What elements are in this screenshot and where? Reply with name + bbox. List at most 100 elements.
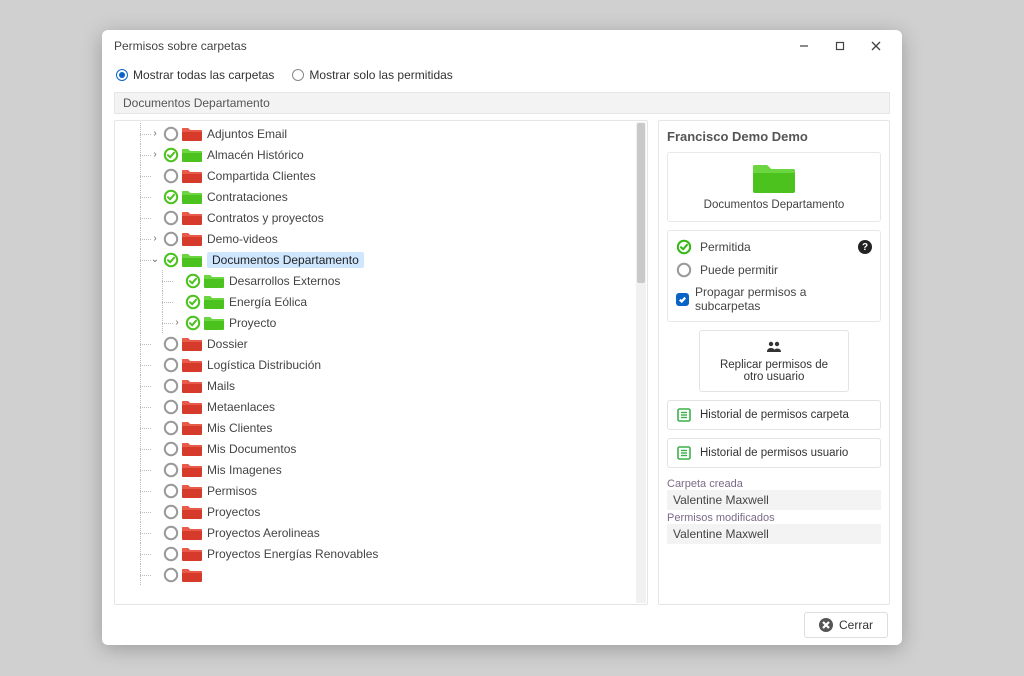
- filter-permitted-radio[interactable]: Mostrar solo las permitidas: [292, 68, 452, 82]
- circle-empty-icon: [163, 336, 179, 352]
- tree-row[interactable]: Desarrollos Externos: [115, 270, 647, 291]
- tree-label: Contratos y proyectos: [207, 211, 328, 225]
- folder-icon: [181, 252, 203, 268]
- tree-row[interactable]: Permisos: [115, 480, 647, 501]
- check-circle-icon: [163, 252, 179, 268]
- tree-label: Energía Eólica: [229, 295, 311, 309]
- tree-row[interactable]: [115, 564, 647, 585]
- user-history-label: Historial de permisos usuario: [700, 447, 848, 459]
- folder-icon: [181, 126, 203, 142]
- tree-row[interactable]: Energía Eólica: [115, 291, 647, 312]
- selected-folder-name: Documentos Departamento: [674, 199, 874, 211]
- circle-empty-icon: [163, 126, 179, 142]
- radio-checked-icon: [116, 69, 128, 81]
- folder-icon: [181, 546, 203, 562]
- tree-row[interactable]: ⌄Documentos Departamento: [115, 249, 647, 270]
- folder-tree[interactable]: ›Adjuntos Email›Almacén HistóricoCompart…: [115, 121, 647, 604]
- circle-empty-icon: [163, 231, 179, 247]
- circle-empty-icon: [163, 462, 179, 478]
- check-circle-icon: [163, 147, 179, 163]
- can-permit-radio[interactable]: Puede permitir: [676, 262, 872, 278]
- user-history-button[interactable]: Historial de permisos usuario: [667, 438, 881, 468]
- tree-label: Desarrollos Externos: [229, 274, 344, 288]
- window-title: Permisos sobre carpetas: [114, 39, 786, 53]
- tree-row[interactable]: Logística Distribución: [115, 354, 647, 375]
- filter-permitted-label: Mostrar solo las permitidas: [309, 68, 452, 82]
- tree-row[interactable]: ›Demo-videos: [115, 228, 647, 249]
- tree-label: Dossier: [207, 337, 252, 351]
- folder-icon: [181, 441, 203, 457]
- circle-empty-icon: [163, 504, 179, 520]
- radio-unchecked-icon: [292, 69, 304, 81]
- tree-row[interactable]: Proyectos Energías Renovables: [115, 543, 647, 564]
- circle-empty-icon: [163, 168, 179, 184]
- tree-row[interactable]: Mis Documentos: [115, 438, 647, 459]
- circle-empty-icon: [163, 420, 179, 436]
- close-label: Cerrar: [839, 618, 873, 632]
- tree-label: Almacén Histórico: [207, 148, 308, 162]
- folder-icon: [181, 399, 203, 415]
- close-button[interactable]: Cerrar: [804, 612, 888, 638]
- replicate-permissions-button[interactable]: Replicar permisos de otro usuario: [699, 330, 849, 392]
- tree-label: Contrataciones: [207, 190, 292, 204]
- filter-all-radio[interactable]: Mostrar todas las carpetas: [116, 68, 274, 82]
- folder-history-button[interactable]: Historial de permisos carpeta: [667, 400, 881, 430]
- propagate-label: Propagar permisos a subcarpetas: [695, 285, 872, 313]
- dialog-footer: Cerrar: [102, 605, 902, 645]
- check-circle-icon: [676, 239, 692, 255]
- folder-icon: [181, 168, 203, 184]
- folder-icon: [203, 315, 225, 331]
- folder-icon: [181, 378, 203, 394]
- tree-row[interactable]: Contrataciones: [115, 186, 647, 207]
- permission-options: Permitida ? Puede permitir Propagar perm…: [667, 230, 881, 322]
- circle-empty-icon: [163, 399, 179, 415]
- scrollbar-thumb[interactable]: [637, 123, 645, 283]
- help-icon[interactable]: ?: [858, 240, 872, 254]
- tree-row[interactable]: ›Adjuntos Email: [115, 123, 647, 144]
- tree-label: Metaenlaces: [207, 400, 279, 414]
- tree-label: Proyectos: [207, 505, 264, 519]
- circle-empty-icon: [163, 567, 179, 583]
- filter-all-label: Mostrar todas las carpetas: [133, 68, 274, 82]
- permissions-dialog: Permisos sobre carpetas Mostrar todas la…: [102, 30, 902, 645]
- tree-row[interactable]: Mis Clientes: [115, 417, 647, 438]
- close-window-button[interactable]: [858, 32, 894, 60]
- tree-row[interactable]: Proyectos Aerolineas: [115, 522, 647, 543]
- circle-empty-icon: [163, 210, 179, 226]
- maximize-button[interactable]: [822, 32, 858, 60]
- tree-label: Mis Imagenes: [207, 463, 286, 477]
- tree-row[interactable]: Contratos y proyectos: [115, 207, 647, 228]
- vertical-scrollbar[interactable]: [636, 122, 646, 603]
- breadcrumb[interactable]: Documentos Departamento: [114, 92, 890, 114]
- selected-folder-card: Documentos Departamento: [667, 152, 881, 222]
- check-circle-icon: [185, 315, 201, 331]
- tree-row[interactable]: Dossier: [115, 333, 647, 354]
- created-by-value: Valentine Maxwell: [667, 490, 881, 510]
- circle-empty-icon: [163, 378, 179, 394]
- tree-label: Mis Clientes: [207, 421, 276, 435]
- tree-row[interactable]: Compartida Clientes: [115, 165, 647, 186]
- folder-icon: [181, 357, 203, 373]
- folder-icon: [181, 483, 203, 499]
- check-circle-icon: [185, 294, 201, 310]
- tree-label: Logística Distribución: [207, 358, 325, 372]
- folder-icon: [181, 189, 203, 205]
- tree-row[interactable]: Proyectos: [115, 501, 647, 522]
- tree-row[interactable]: Mails: [115, 375, 647, 396]
- tree-row[interactable]: ›Almacén Histórico: [115, 144, 647, 165]
- circle-empty-icon: [163, 441, 179, 457]
- permitted-radio[interactable]: Permitida ?: [676, 239, 872, 255]
- tree-row[interactable]: Metaenlaces: [115, 396, 647, 417]
- checkbox-checked-icon: [676, 293, 689, 306]
- tree-row[interactable]: ›Proyecto: [115, 312, 647, 333]
- tree-row[interactable]: Mis Imagenes: [115, 459, 647, 480]
- folder-tree-panel: ›Adjuntos Email›Almacén HistóricoCompart…: [114, 120, 648, 605]
- tree-label: Proyectos Aerolineas: [207, 526, 324, 540]
- tree-label: Documentos Departamento: [207, 252, 364, 268]
- list-icon: [676, 445, 692, 461]
- detail-user-name: Francisco Demo Demo: [667, 129, 881, 144]
- list-icon: [676, 407, 692, 423]
- circle-empty-icon: [163, 357, 179, 373]
- minimize-button[interactable]: [786, 32, 822, 60]
- propagate-checkbox[interactable]: Propagar permisos a subcarpetas: [676, 285, 872, 313]
